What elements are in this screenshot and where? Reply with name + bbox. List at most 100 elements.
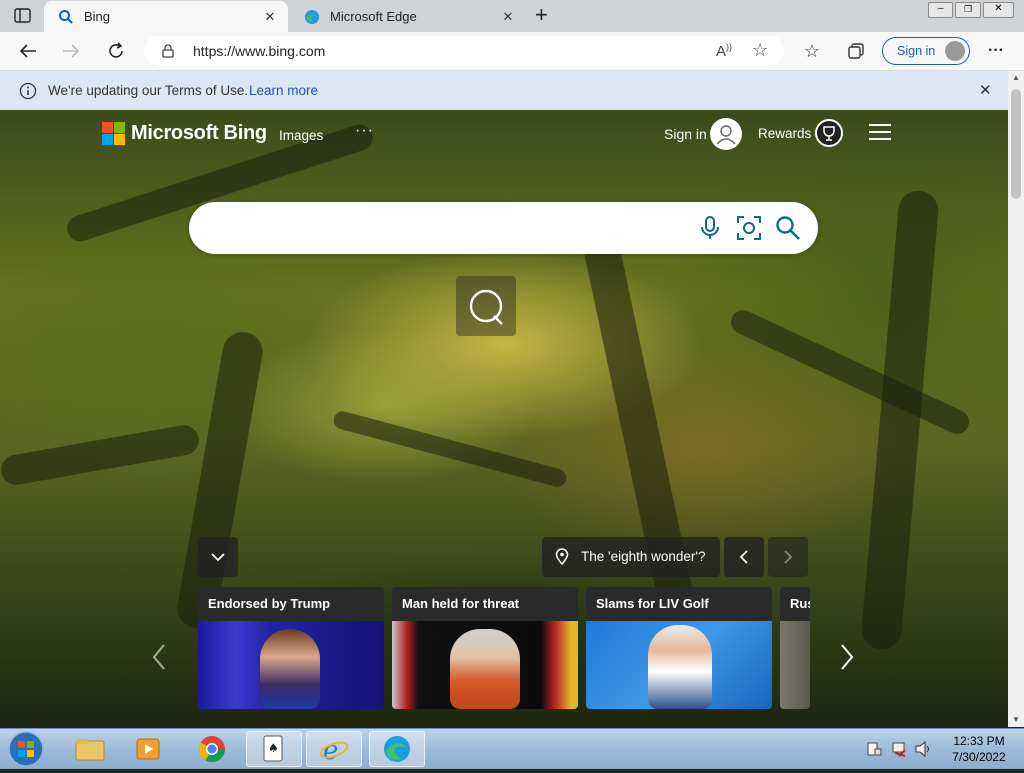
terms-notification-bar: We're updating our Terms of Use. Learn m… [0, 71, 1008, 110]
chevron-left-icon [739, 550, 748, 564]
edge-icon [305, 9, 319, 24]
tab-actions-icon[interactable] [14, 8, 32, 24]
tab-bing[interactable]: Bing ✕ [44, 1, 288, 32]
news-card-image [198, 621, 384, 709]
nav-images-link[interactable]: Images [279, 128, 323, 143]
close-tab-icon[interactable]: ✕ [262, 9, 278, 25]
microphone-icon[interactable] [696, 214, 724, 242]
news-card-title: Slams for LIV Golf [596, 596, 709, 611]
news-card-image [586, 621, 772, 709]
rewards-trophy-icon[interactable] [815, 119, 843, 147]
favorites-icon[interactable]: ☆ [799, 38, 825, 64]
scroll-down-icon[interactable]: ▼ [1012, 715, 1020, 724]
visual-search-icon[interactable] [735, 214, 763, 242]
location-pin-icon [555, 548, 569, 566]
forward-icon[interactable] [58, 38, 84, 64]
minimize-icon[interactable]: – [928, 2, 954, 18]
tab-label: Bing [84, 9, 111, 24]
chrome-taskbar-button[interactable] [184, 731, 240, 767]
chrome-icon [198, 736, 226, 763]
search-input[interactable] [189, 202, 818, 254]
svg-text:e: e [323, 736, 338, 764]
news-card-image [392, 621, 578, 709]
media-player-taskbar-button[interactable] [121, 731, 177, 767]
window-controls: – ❐ ✕ [928, 2, 1015, 18]
tab-microsoft-edge[interactable]: Microsoft Edge ✕ [290, 1, 526, 32]
info-icon [19, 82, 37, 100]
network-icon[interactable] [891, 741, 907, 757]
news-card[interactable]: Rus [780, 587, 810, 709]
rewards-link[interactable]: Rewards [758, 126, 811, 141]
add-favorite-icon[interactable]: ☆ [752, 40, 768, 61]
magnifier-icon [469, 289, 503, 325]
lock-icon[interactable] [162, 44, 174, 58]
close-tab-icon[interactable]: ✕ [500, 9, 516, 25]
edge-icon [384, 736, 410, 762]
user-avatar-icon[interactable] [710, 118, 742, 150]
volume-icon[interactable] [914, 740, 932, 758]
news-card-title: Man held for threat [402, 596, 520, 611]
image-info-title: The 'eighth wonder'? [581, 549, 706, 564]
sign-in-label: Sign in [897, 44, 936, 58]
tab-label: Microsoft Edge [330, 9, 417, 24]
read-aloud-icon[interactable]: A)) [716, 42, 732, 60]
news-card-image [780, 621, 810, 709]
microsoft-bing-logo[interactable]: Microsoft Bing [102, 122, 267, 145]
news-card[interactable]: Endorsed by Trump [198, 587, 384, 709]
close-window-icon[interactable]: ✕ [982, 2, 1015, 18]
clock-date: 7/30/2022 [952, 750, 1006, 764]
image-info-button[interactable]: The 'eighth wonder'? [542, 537, 720, 577]
previous-image-button[interactable] [724, 537, 764, 577]
collections-icon[interactable] [843, 38, 869, 64]
close-notification-icon[interactable]: ✕ [979, 81, 992, 99]
profile-sign-in-button[interactable]: Sign in [882, 37, 970, 65]
brand-name: Microsoft Bing [131, 122, 267, 144]
news-card[interactable]: Slams for LIV Golf [586, 587, 772, 709]
settings-more-icon[interactable]: ··· [983, 38, 1009, 64]
collapse-feed-button[interactable] [198, 537, 238, 577]
chevron-right-icon [784, 550, 793, 564]
solitaire-taskbar-button[interactable]: ♠ [246, 731, 302, 767]
bing-homepage: Microsoft Bing Images ··· Sign in Reward… [0, 110, 1008, 727]
news-card-title: Rus [790, 596, 810, 611]
menu-icon[interactable] [869, 124, 891, 142]
microsoft-logo-icon [102, 122, 125, 145]
chevron-right-icon [841, 644, 854, 670]
folder-icon [75, 739, 105, 761]
bing-sign-in-link[interactable]: Sign in [664, 126, 707, 142]
refresh-icon[interactable] [103, 38, 129, 64]
browser-toolbar: https://www.bing.com A)) ☆ ☆ Sign in ··· [0, 32, 1024, 71]
scroll-thumb[interactable] [1011, 89, 1021, 199]
scroll-up-icon[interactable]: ▲ [1012, 73, 1020, 82]
edge-taskbar-button[interactable] [369, 731, 425, 767]
notification-message: We're updating our Terms of Use. [48, 83, 249, 98]
playing-card-icon: ♠ [263, 735, 283, 762]
search-icon[interactable] [774, 214, 802, 242]
restore-icon[interactable]: ❐ [955, 2, 981, 18]
carousel-previous-button[interactable] [144, 642, 174, 672]
file-explorer-taskbar-button[interactable] [62, 731, 118, 767]
chevron-down-icon [211, 553, 225, 562]
action-center-flag-icon[interactable] [866, 741, 882, 757]
windows-taskbar: ♠ e 12:33 PM 7/30/2022 [0, 728, 1024, 769]
windows-start-icon [8, 731, 44, 767]
back-icon[interactable] [15, 38, 41, 64]
internet-explorer-icon: e [319, 736, 349, 764]
new-tab-icon[interactable]: + [535, 4, 553, 26]
page-scrollbar[interactable]: ▲ ▼ [1008, 71, 1024, 727]
system-clock[interactable]: 12:33 PM 7/30/2022 [944, 733, 1014, 765]
next-image-button[interactable] [768, 537, 808, 577]
internet-explorer-taskbar-button[interactable]: e [306, 731, 362, 767]
news-card[interactable]: Man held for threat [392, 587, 578, 709]
address-bar[interactable]: https://www.bing.com A)) ☆ [144, 36, 784, 66]
start-button[interactable] [6, 730, 46, 768]
bing-search-icon [59, 9, 73, 24]
tab-strip: Bing ✕ Microsoft Edge ✕ + – ❐ ✕ [0, 0, 1024, 32]
news-card-title: Endorsed by Trump [208, 596, 331, 611]
more-nav-icon[interactable]: ··· [355, 122, 374, 140]
clock-time: 12:33 PM [953, 734, 1005, 748]
url-text: https://www.bing.com [193, 43, 326, 59]
learn-more-link[interactable]: Learn more [249, 83, 318, 98]
carousel-next-button[interactable] [832, 642, 862, 672]
image-search-button[interactable] [456, 276, 516, 336]
